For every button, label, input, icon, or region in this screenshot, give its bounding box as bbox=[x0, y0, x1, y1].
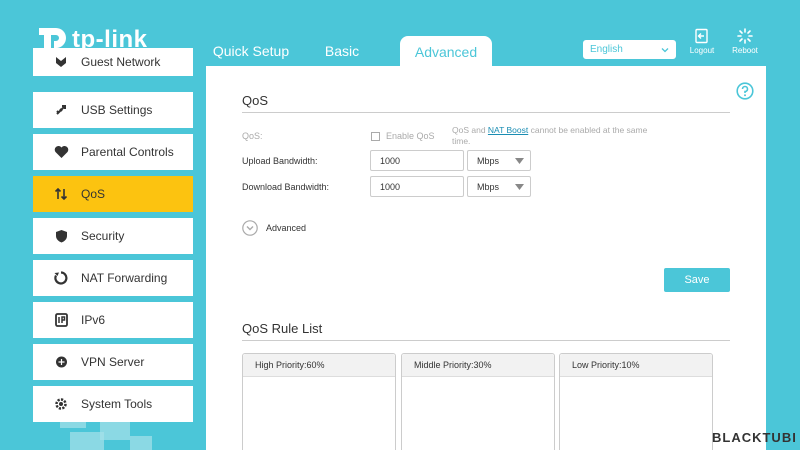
decor-square bbox=[70, 432, 104, 450]
guest-network-icon bbox=[53, 54, 69, 70]
sidebar-item-qos[interactable]: QoS bbox=[33, 176, 193, 212]
note-text-pre: QoS and bbox=[452, 125, 488, 135]
chevron-down-icon bbox=[661, 47, 669, 52]
logout-label: Logout bbox=[689, 46, 715, 55]
vpn-icon bbox=[53, 354, 69, 370]
nat-boost-link[interactable]: NAT Boost bbox=[488, 125, 528, 135]
reboot-label: Reboot bbox=[732, 46, 758, 55]
sidebar-item-nat-forwarding[interactable]: NAT Forwarding bbox=[33, 260, 193, 296]
help-icon[interactable] bbox=[736, 82, 754, 100]
qos-section-title: QoS bbox=[242, 93, 269, 108]
download-unit-select[interactable]: Mbps bbox=[467, 176, 531, 197]
reboot-icon bbox=[737, 28, 753, 44]
middle-priority-panel: Middle Priority:30% bbox=[401, 353, 555, 450]
advanced-toggle[interactable]: Advanced bbox=[242, 220, 306, 236]
main-panel: QoS QoS: Enable QoS QoS and NAT Boost ca… bbox=[206, 66, 766, 450]
language-select[interactable]: English bbox=[583, 40, 676, 59]
tab-quick-setup[interactable]: Quick Setup bbox=[196, 36, 306, 66]
main-tabs: Quick Setup Basic Advanced bbox=[196, 36, 492, 68]
reboot-button[interactable]: Reboot bbox=[727, 28, 763, 55]
qos-rule-list-title: QoS Rule List bbox=[242, 321, 323, 336]
logout-button[interactable]: Logout bbox=[684, 28, 720, 55]
upload-bandwidth-input[interactable]: 1000 bbox=[370, 150, 464, 171]
sidebar-item-label: NAT Forwarding bbox=[81, 271, 168, 285]
sidebar-item-ipv6[interactable]: IPv6 bbox=[33, 302, 193, 338]
tab-advanced[interactable]: Advanced bbox=[400, 36, 492, 68]
decor-square bbox=[130, 436, 152, 450]
qos-arrows-icon bbox=[53, 186, 69, 202]
upload-unit-select[interactable]: Mbps bbox=[467, 150, 531, 171]
parental-heart-icon bbox=[53, 144, 69, 160]
section-divider bbox=[242, 112, 730, 113]
sidebar-item-label: System Tools bbox=[81, 397, 153, 411]
sidebar-item-label: Parental Controls bbox=[81, 145, 174, 159]
gear-icon bbox=[53, 396, 69, 412]
high-priority-panel: High Priority:60% bbox=[242, 353, 396, 450]
logout-icon bbox=[695, 28, 708, 44]
shield-icon bbox=[53, 228, 69, 244]
advanced-label: Advanced bbox=[266, 223, 307, 233]
sidebar-item-security[interactable]: Security bbox=[33, 218, 193, 254]
caret-down-icon bbox=[515, 183, 524, 190]
low-priority-panel: Low Priority:10% bbox=[559, 353, 713, 450]
sidebar-item-label: VPN Server bbox=[81, 355, 145, 369]
ipv6-icon bbox=[53, 312, 69, 328]
sidebar-item-label: Guest Network bbox=[81, 55, 161, 69]
qos-toggle-label: QoS: bbox=[242, 131, 263, 141]
nat-boost-note: QoS and NAT Boost cannot be enabled at t… bbox=[452, 125, 652, 147]
sidebar-item-guest-network[interactable]: Guest Network bbox=[33, 48, 193, 76]
sidebar-item-parental-controls[interactable]: Parental Controls bbox=[33, 134, 193, 170]
watermark: BLACKTUBI bbox=[712, 430, 797, 445]
download-bandwidth-input[interactable]: 1000 bbox=[370, 176, 464, 197]
tab-basic[interactable]: Basic bbox=[306, 36, 378, 66]
checkbox-box[interactable] bbox=[371, 131, 380, 141]
language-value: English bbox=[590, 44, 623, 55]
sidebar-item-label: Security bbox=[81, 229, 125, 243]
section-divider bbox=[242, 340, 730, 341]
download-bandwidth-label: Download Bandwidth: bbox=[242, 182, 330, 192]
sidebar-item-label: USB Settings bbox=[81, 103, 153, 117]
upload-bandwidth-value: 1000 bbox=[380, 155, 401, 166]
sidebar-item-label: IPv6 bbox=[81, 313, 106, 327]
sidebar-item-label: QoS bbox=[81, 187, 106, 201]
usb-icon bbox=[53, 102, 69, 118]
enable-qos-checkbox[interactable]: Enable QoS bbox=[371, 131, 435, 141]
chevron-circle-down-icon bbox=[242, 220, 258, 236]
enable-qos-label: Enable QoS bbox=[386, 131, 435, 141]
save-button[interactable]: Save bbox=[664, 268, 730, 292]
sidebar-item-usb-settings[interactable]: USB Settings bbox=[33, 92, 193, 128]
download-bandwidth-value: 1000 bbox=[380, 181, 401, 192]
low-priority-header: Low Priority:10% bbox=[560, 354, 712, 377]
sidebar-item-vpn-server[interactable]: VPN Server bbox=[33, 344, 193, 380]
sidebar-item-system-tools[interactable]: System Tools bbox=[33, 386, 193, 422]
nat-forwarding-icon bbox=[53, 270, 69, 286]
upload-bandwidth-label: Upload Bandwidth: bbox=[242, 156, 318, 166]
upload-unit-value: Mbps bbox=[477, 155, 500, 166]
download-unit-value: Mbps bbox=[477, 181, 500, 192]
middle-priority-header: Middle Priority:30% bbox=[402, 354, 554, 377]
caret-down-icon bbox=[515, 157, 524, 164]
high-priority-header: High Priority:60% bbox=[243, 354, 395, 377]
